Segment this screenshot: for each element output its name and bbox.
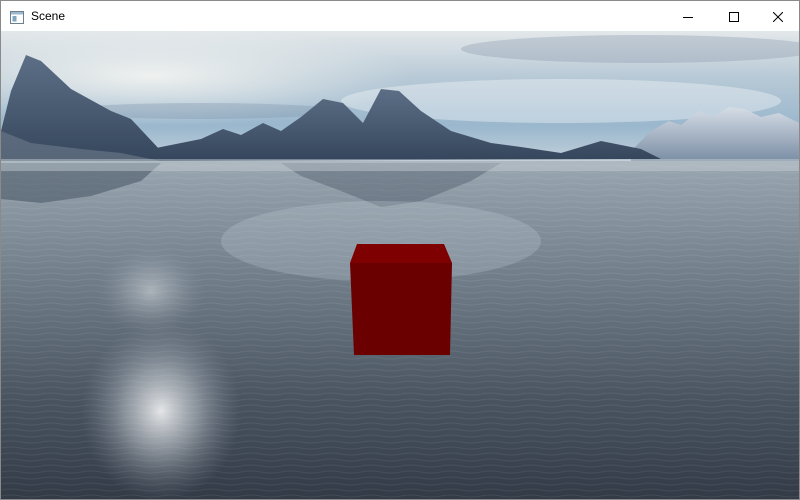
cube-front	[350, 263, 452, 355]
maximize-icon	[729, 7, 739, 26]
close-icon	[772, 7, 784, 26]
app-window: Scene	[0, 0, 800, 500]
window-title: Scene	[31, 9, 66, 23]
minimize-button[interactable]	[665, 1, 711, 31]
sun-glint-upper	[96, 246, 206, 336]
minimize-icon	[683, 7, 693, 26]
cube-top	[350, 244, 452, 263]
app-window-icon	[10, 9, 24, 24]
sun-glint	[81, 321, 241, 499]
title-bar[interactable]: Scene	[1, 1, 799, 31]
horizon-haze	[1, 159, 799, 171]
maximize-button[interactable]	[711, 1, 757, 31]
render-viewport[interactable]	[1, 31, 799, 499]
close-button[interactable]	[755, 1, 799, 31]
scene-canvas	[1, 31, 799, 499]
